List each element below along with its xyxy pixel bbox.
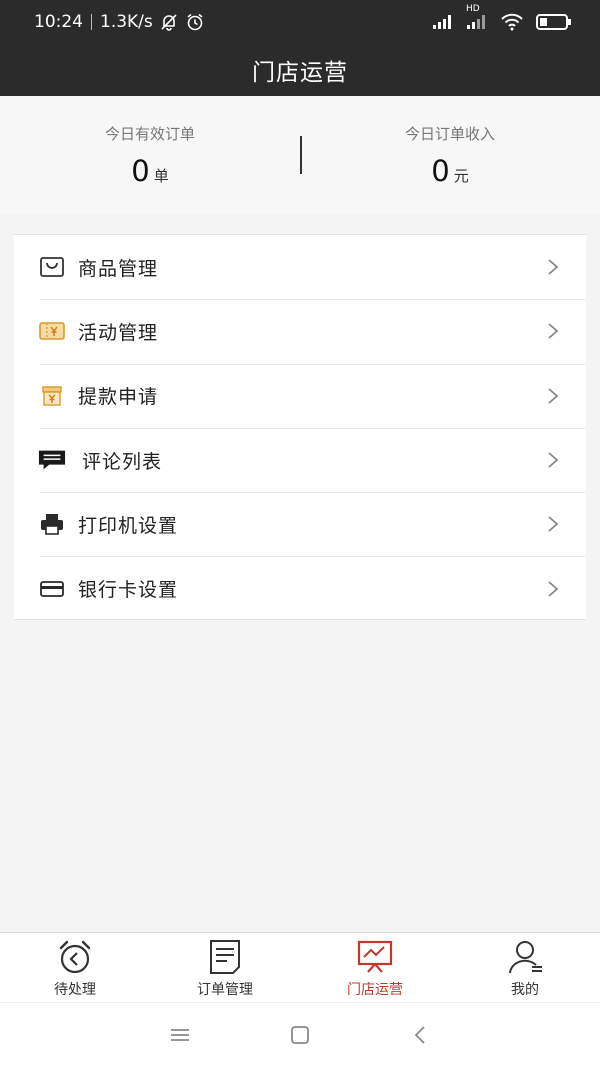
menu-item-comment-list[interactable]: 评论列表 (14, 427, 586, 492)
menu-nav-button[interactable] (120, 1026, 240, 1044)
stats-divider (300, 136, 302, 174)
today-orders-label: 今日有效订单 (104, 124, 195, 143)
tab-label: 订单管理 (197, 982, 253, 998)
document-icon (205, 939, 245, 975)
page-title: 门店运营 (252, 60, 348, 86)
home-nav-button[interactable] (240, 1024, 360, 1046)
menu-item-bank-card-settings[interactable]: 银行卡设置 (14, 556, 586, 620)
battery-icon (536, 14, 571, 30)
system-navigation-bar (0, 1002, 600, 1067)
tab-order-management[interactable]: 订单管理 (150, 933, 300, 1002)
chevron-right-icon (548, 516, 559, 533)
menu-item-label: 商品管理 (78, 257, 159, 280)
signal-hd: HD (466, 4, 488, 30)
menu-item-label: 评论列表 (82, 450, 163, 473)
alarm-clock-icon (55, 939, 95, 975)
chevron-right-icon (548, 259, 559, 275)
status-time: 10:24 (34, 12, 83, 32)
today-orders-value: 0 (131, 153, 150, 188)
back-nav-button[interactable] (360, 1024, 480, 1046)
chevron-right-icon (548, 452, 559, 468)
menu-item-label: 活动管理 (78, 321, 159, 344)
alarm-icon (187, 13, 203, 31)
menu-item-activity-management[interactable]: 活动管理 (14, 299, 586, 363)
signal-icon (433, 15, 451, 29)
tab-store-operations[interactable]: 门店运营 (300, 933, 450, 1002)
ticket-icon (38, 317, 66, 345)
top-bar: 10:24 1.3K/s HD 门店运营 (0, 0, 600, 96)
operations-menu: 商品管理 活动管理 提款申请 评论列表 打印机设置 银行卡设置 (14, 234, 586, 620)
tab-label: 我的 (511, 982, 539, 998)
today-orders-stat: 今日有效订单 0单 (0, 123, 300, 188)
status-bar: 10:24 1.3K/s HD (0, 0, 600, 44)
bottom-tab-bar: 待处理 订单管理 门店运营 我的 (0, 932, 600, 1002)
chevron-right-icon (548, 580, 559, 597)
chevron-right-icon (548, 323, 559, 340)
menu-icon (171, 1029, 189, 1041)
menu-item-withdrawal-request[interactable]: 提款申请 (14, 363, 586, 428)
menu-item-label: 提款申请 (78, 386, 159, 409)
bag-icon (38, 253, 66, 281)
tab-pending[interactable]: 待处理 (0, 933, 150, 1002)
status-separator (91, 14, 92, 30)
menu-item-product-management[interactable]: 商品管理 (14, 235, 586, 299)
home-square-icon (291, 1026, 309, 1044)
today-stats: 今日有效订单 0单 今日订单收入 0元 (0, 96, 600, 214)
notifications-off-icon (161, 14, 177, 31)
card-icon (38, 575, 66, 603)
today-income-stat: 今日订单收入 0元 (300, 123, 600, 188)
tab-profile[interactable]: 我的 (450, 933, 600, 1002)
presentation-chart-icon (355, 939, 395, 975)
today-income-unit: 元 (453, 166, 469, 185)
menu-item-printer-settings[interactable]: 打印机设置 (14, 492, 586, 556)
menu-item-label: 打印机设置 (78, 514, 179, 537)
tab-label: 待处理 (54, 982, 96, 998)
today-income-label: 今日订单收入 (404, 124, 495, 143)
tab-label: 门店运营 (347, 982, 403, 998)
chevron-right-icon (548, 388, 559, 404)
signal-2-icon (467, 15, 485, 29)
cashbox-icon (38, 382, 66, 410)
status-network-speed: 1.3K/s (100, 12, 153, 32)
hd-badge: HD (466, 4, 480, 14)
wifi-icon (501, 13, 523, 31)
today-orders-unit: 单 (153, 166, 169, 185)
printer-icon (38, 510, 66, 538)
back-icon (414, 1026, 425, 1044)
menu-item-label: 银行卡设置 (78, 579, 179, 602)
user-icon (505, 939, 545, 975)
comment-icon (38, 446, 66, 474)
today-income-value: 0 (431, 153, 450, 188)
